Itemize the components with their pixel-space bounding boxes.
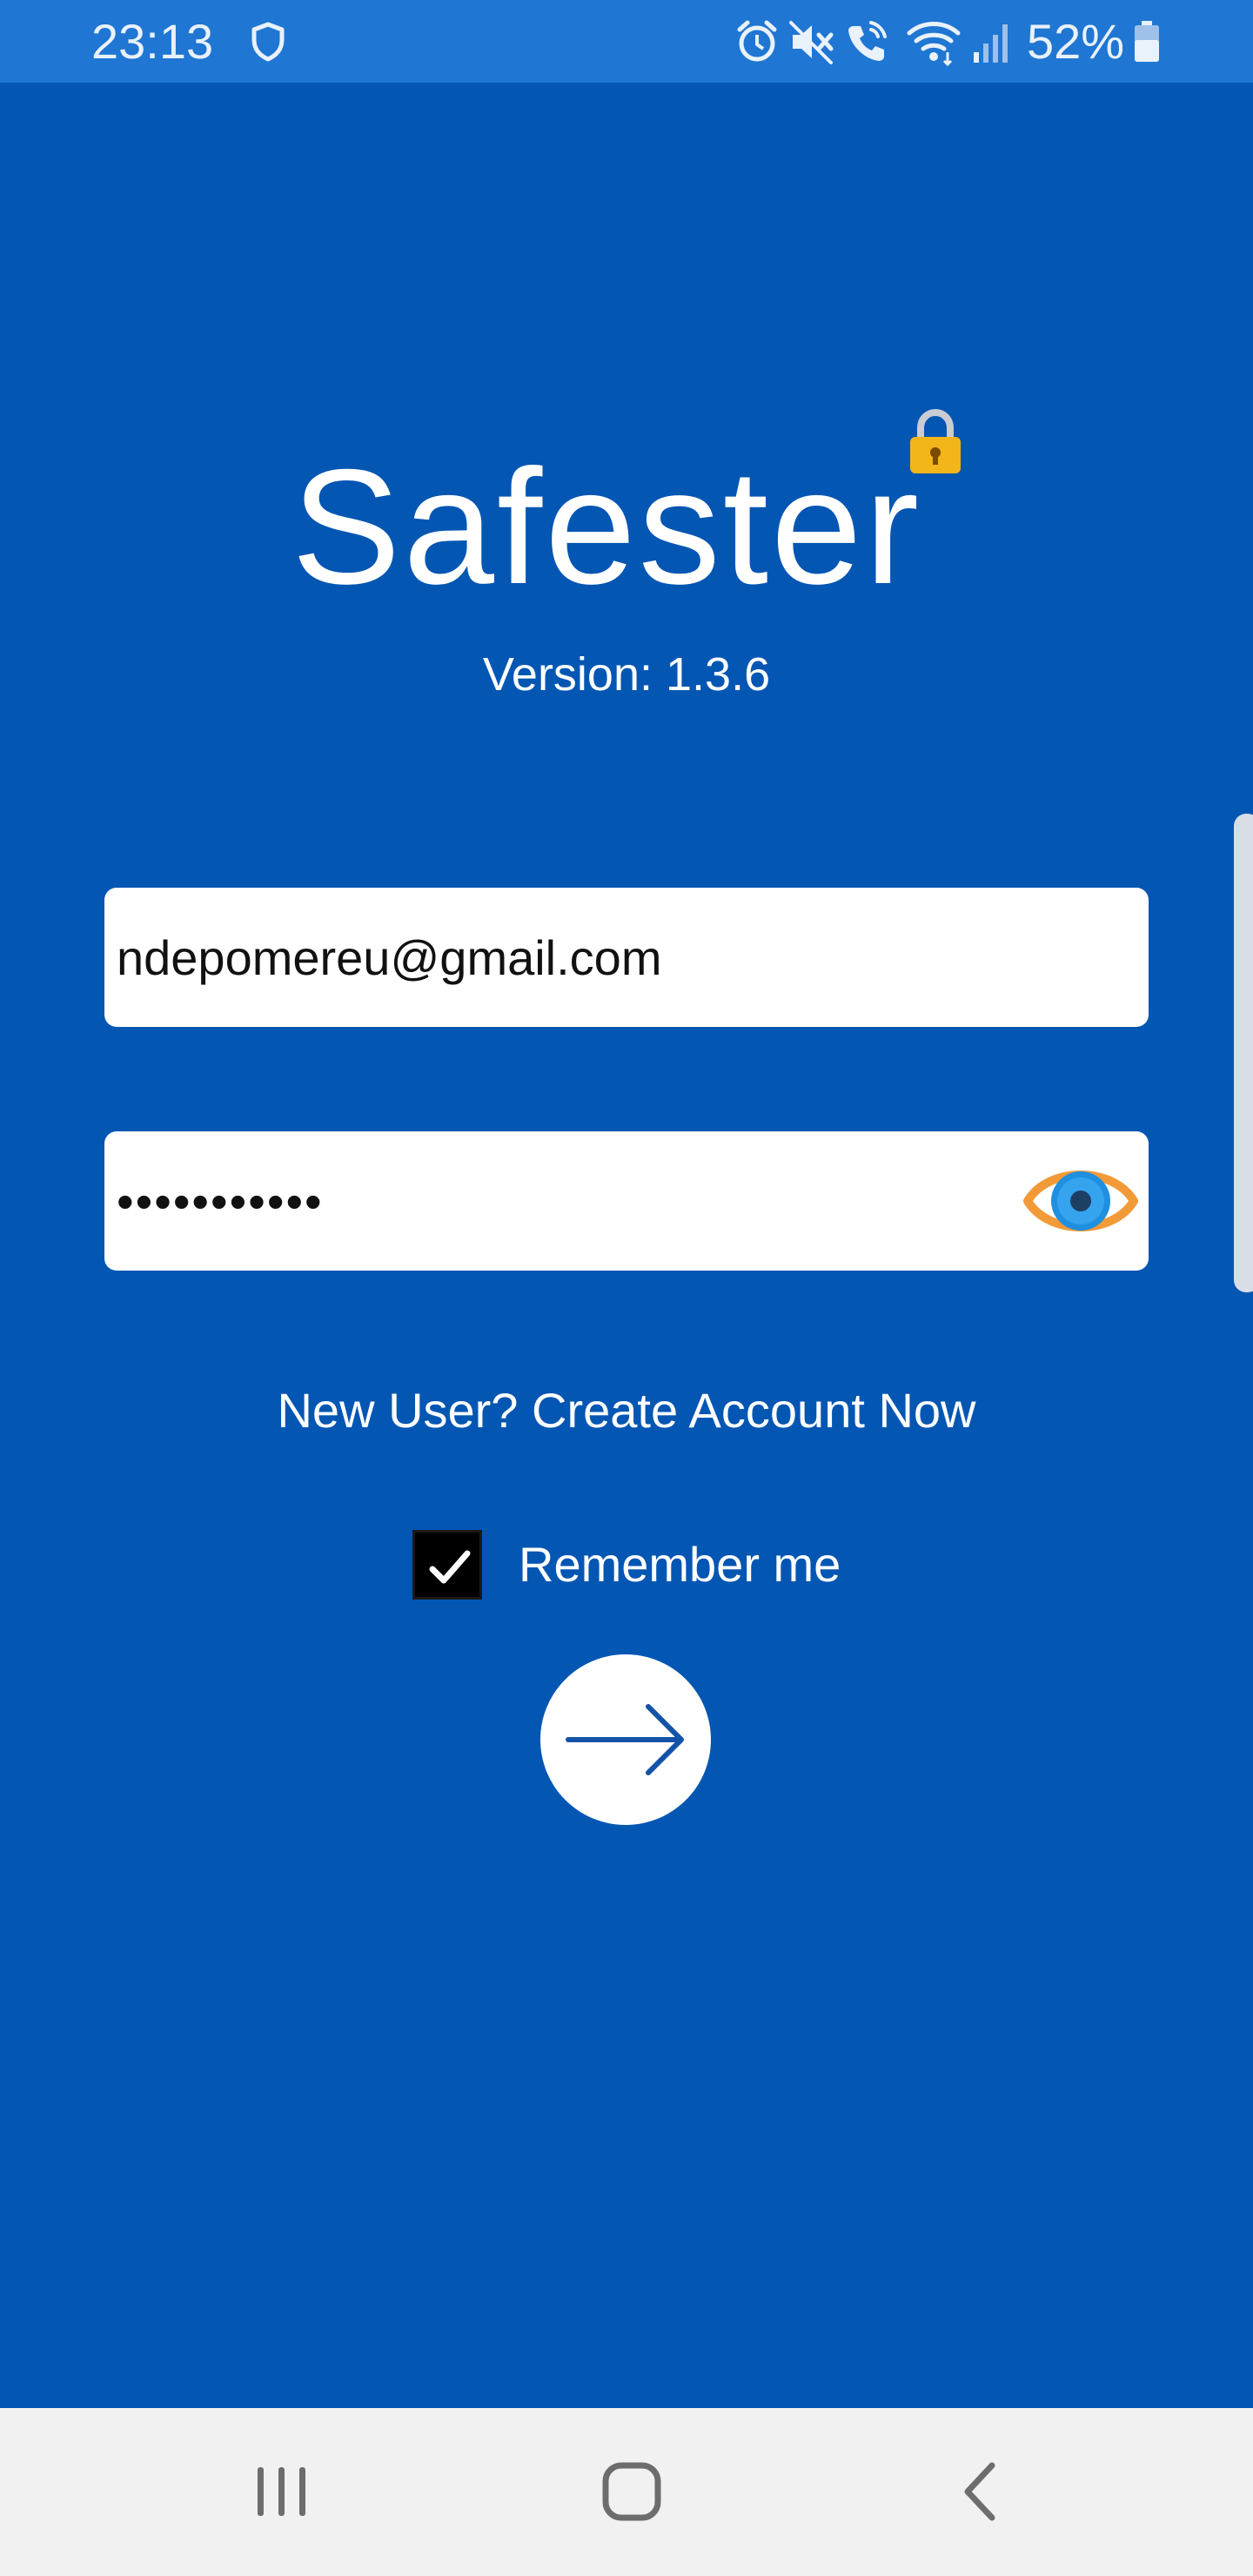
password-field[interactable]	[104, 1131, 1149, 1271]
create-account-link[interactable]: New User? Create Account Now	[0, 1379, 1253, 1442]
version-text: Version: 1.3.6	[482, 648, 771, 701]
alarm-icon	[737, 20, 777, 62]
mute-icon	[789, 21, 834, 64]
remember-me-checkbox[interactable]	[412, 1530, 482, 1600]
signal-icon	[974, 24, 1008, 63]
checkmark-icon	[429, 1550, 471, 1584]
navigation-bar	[0, 2408, 1253, 2576]
home-icon	[602, 2462, 661, 2521]
password-input[interactable]	[117, 1131, 1030, 1271]
eye-icon[interactable]	[1022, 1150, 1139, 1251]
shield-icon	[251, 22, 285, 62]
email-input[interactable]	[117, 888, 1030, 1027]
battery-icon	[1135, 21, 1159, 62]
back-button[interactable]	[895, 2408, 1069, 2576]
lock-icon	[910, 408, 961, 473]
status-time: 23:13	[91, 14, 214, 69]
back-icon	[964, 2462, 995, 2521]
wifi-icon	[907, 22, 961, 66]
email-field[interactable]	[104, 888, 1149, 1027]
remember-me-label: Remember me	[519, 1537, 841, 1592]
scroll-handle[interactable]	[1234, 814, 1253, 1292]
status-bar: 23:13 52%	[0, 0, 1253, 83]
arrow-right-icon	[566, 1704, 684, 1775]
recents-button[interactable]	[195, 2408, 369, 2576]
login-button[interactable]	[540, 1654, 711, 1825]
recents-icon	[258, 2467, 305, 2516]
wifi-call-icon	[848, 21, 887, 61]
home-button[interactable]	[545, 2408, 719, 2576]
battery-percent: 52%	[1027, 14, 1125, 69]
app-logo: Safester	[291, 435, 922, 618]
